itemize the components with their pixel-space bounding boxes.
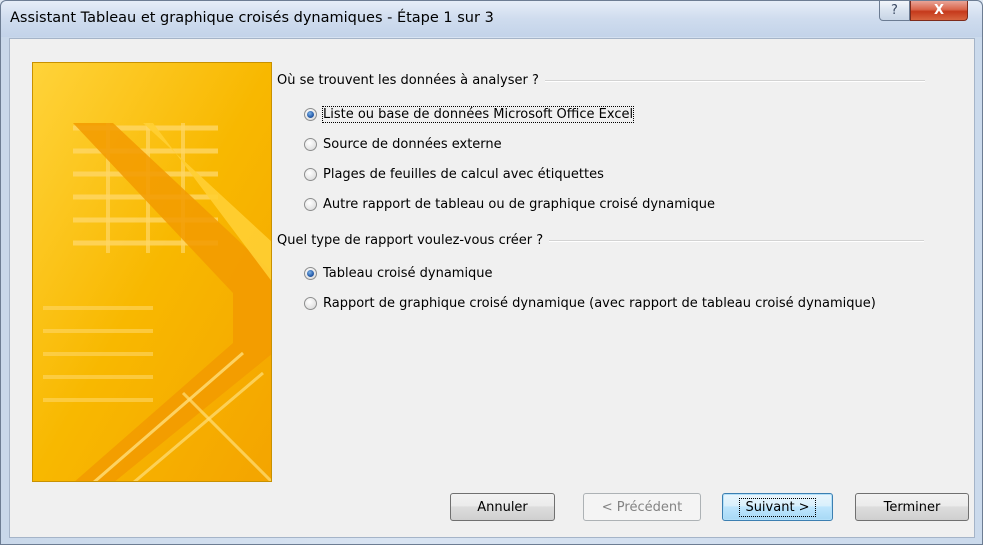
cancel-button-label: Annuler	[477, 499, 528, 515]
next-button[interactable]: Suivant >	[722, 493, 833, 521]
radio-button[interactable]	[304, 198, 317, 211]
finish-button[interactable]: Terminer	[855, 493, 969, 521]
close-button[interactable]: X	[910, 1, 968, 21]
radio-button[interactable]	[304, 297, 317, 310]
cancel-button[interactable]: Annuler	[450, 493, 555, 521]
title-bar[interactable]: Assistant Tableau et graphique croisés d…	[1, 1, 982, 37]
radio-button-checked[interactable]	[304, 108, 317, 121]
radio-button[interactable]	[304, 138, 317, 151]
group-divider	[549, 239, 925, 242]
help-button[interactable]: ?	[879, 1, 910, 21]
wizard-illustration	[32, 62, 272, 482]
radio-label-other-pivot-report: Autre rapport de tableau ou de graphique…	[323, 197, 715, 212]
help-icon: ?	[891, 3, 898, 18]
previous-button[interactable]: < Précédent	[583, 493, 701, 521]
group-divider	[544, 79, 925, 82]
radio-label-consolidation-ranges: Plages de feuilles de calcul avec étique…	[323, 167, 604, 182]
report-type-heading-text: Quel type de rapport voulez-vous créer ?	[277, 233, 544, 248]
wizard-illustration-graphic	[33, 63, 271, 481]
radio-excel-list[interactable]: Liste ou base de données Microsoft Offic…	[304, 106, 635, 123]
radio-pivot-table[interactable]: Tableau croisé dynamique	[304, 266, 493, 281]
wizard-window: Assistant Tableau et graphique croisés d…	[0, 0, 983, 545]
radio-button-checked[interactable]	[304, 267, 317, 280]
dialog-body: Où se trouvent les données à analyser ? …	[9, 38, 975, 538]
radio-label-external-source: Source de données externe	[323, 137, 502, 152]
radio-button[interactable]	[304, 168, 317, 181]
data-source-heading-text: Où se trouvent les données à analyser ?	[277, 73, 539, 88]
radio-pivot-chart[interactable]: Rapport de graphique croisé dynamique (a…	[304, 296, 876, 311]
radio-consolidation-ranges[interactable]: Plages de feuilles de calcul avec étique…	[304, 167, 604, 182]
close-icon: X	[933, 3, 945, 18]
data-source-group-heading: Où se trouvent les données à analyser ?	[277, 73, 925, 88]
window-title: Assistant Tableau et graphique croisés d…	[10, 10, 494, 26]
radio-external-source[interactable]: Source de données externe	[304, 137, 502, 152]
radio-label-excel-list: Liste ou base de données Microsoft Offic…	[321, 106, 635, 123]
radio-label-pivot-table: Tableau croisé dynamique	[323, 266, 493, 281]
finish-button-label: Terminer	[883, 499, 941, 515]
next-button-label: Suivant >	[739, 497, 816, 517]
previous-button-label: < Précédent	[601, 499, 683, 515]
radio-other-pivot-report[interactable]: Autre rapport de tableau ou de graphique…	[304, 197, 715, 212]
radio-label-pivot-chart: Rapport de graphique croisé dynamique (a…	[323, 296, 876, 311]
report-type-group-heading: Quel type de rapport voulez-vous créer ?	[277, 233, 925, 248]
